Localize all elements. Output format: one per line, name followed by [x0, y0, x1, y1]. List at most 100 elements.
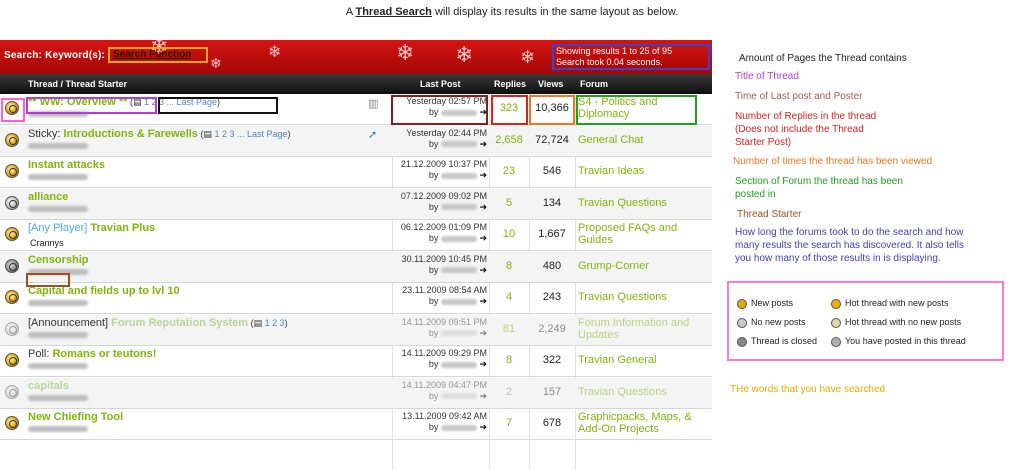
thread-title-link[interactable]: Romans or teutons!	[52, 348, 156, 360]
legend-replies-2: (Does not include the Thread	[735, 124, 864, 135]
reply-count[interactable]: 2,658	[490, 134, 528, 146]
thread-title-link[interactable]: Capital and fields up to lvl 10	[28, 285, 180, 297]
thread-title-link[interactable]: Forum Reputation System	[111, 317, 248, 329]
reply-count[interactable]: 8	[490, 260, 528, 272]
view-count: 134	[542, 196, 562, 209]
legend-lastpost: Time of Last post and Poster	[735, 91, 863, 102]
search-banner: ❄ ❄ ❄ ❄ ❄ ❄ Search: Keyword(s): Search F…	[0, 40, 712, 74]
last-post: Yesterday 02:44 PM by ➔	[395, 128, 487, 150]
thread-title: alliance	[28, 191, 68, 203]
last-post: 23.11.2009 08:54 AM by ➔	[395, 285, 487, 307]
last-poster-blurred	[440, 235, 477, 242]
forum-link[interactable]: Travian Questions	[578, 291, 708, 303]
last-poster-blurred	[440, 109, 477, 116]
reply-count[interactable]: 8	[490, 354, 528, 366]
reply-count[interactable]: 323	[490, 102, 528, 114]
go-to-last-post-icon[interactable]: ➔	[479, 233, 487, 243]
last-poster-blurred	[440, 267, 477, 274]
search-keyword-label: Search: Keyword(s):	[4, 50, 106, 61]
go-to-last-post-icon[interactable]: ➔	[479, 328, 487, 338]
go-to-last-post-icon[interactable]: ➔	[479, 202, 487, 212]
last-post: 14.11.2009 04:47 PM by ➔	[395, 380, 487, 402]
view-count: 72,724	[535, 133, 569, 146]
thread-prefix: Sticky:	[28, 127, 64, 140]
forum-link[interactable]: Travian General	[578, 354, 708, 366]
forum-link[interactable]: Graphicpacks, Maps, & Add-On Projects	[578, 411, 708, 435]
last-post: 30.11.2009 10:45 PM by ➔	[395, 254, 487, 276]
go-to-last-post-icon[interactable]: ➔	[479, 107, 487, 117]
go-to-last-post-icon[interactable]: ➔	[479, 359, 487, 369]
forum-link[interactable]: S4 - Politics and Diplomacy	[578, 96, 708, 120]
thread-page-links[interactable]: 1 2 3 ... Last Page	[144, 97, 217, 107]
reply-count[interactable]: 7	[490, 417, 528, 429]
legend-hot-new: Hot thread with new posts	[831, 298, 949, 309]
thread-title-link[interactable]: Travian Plus	[90, 222, 155, 234]
reply-count[interactable]: 23	[490, 165, 528, 177]
last-poster-blurred	[440, 298, 477, 305]
thread-title-link[interactable]: capitals	[28, 380, 69, 392]
header-last-post[interactable]: Last Post	[420, 79, 461, 89]
last-post-time: Yesterday 02:57 PM	[406, 96, 487, 106]
view-count: 2,249	[538, 322, 566, 335]
reply-count[interactable]: 10	[490, 228, 528, 240]
thread-title-link[interactable]: alliance	[28, 191, 68, 203]
search-terms-link[interactable]: Search Function	[108, 47, 208, 63]
table-row: Sticky: Introductions & Farewells (▤ 1 2…	[0, 125, 712, 157]
go-to-last-post-icon[interactable]: ➔	[479, 265, 487, 275]
thread-title-link[interactable]: Introductions & Farewells	[63, 128, 197, 140]
forum-link[interactable]: Proposed FAQs and Guides	[578, 222, 708, 246]
thread-title-link[interactable]: Censorship	[28, 254, 89, 266]
thread-title-link[interactable]: Instant attacks	[28, 159, 105, 171]
thread-prefix: [Any Player]	[28, 222, 91, 234]
forum-link[interactable]: Travian Ideas	[578, 165, 708, 177]
thread-status-icon	[5, 416, 19, 430]
last-post-time: 30.11.2009 10:45 PM	[401, 253, 487, 264]
thread-title-link[interactable]: ** WW: Overview **	[28, 96, 127, 108]
go-to-last-post-icon[interactable]: ➔	[479, 170, 487, 180]
snowflake-icon: ❄	[396, 40, 415, 65]
header-views[interactable]: Views	[538, 79, 563, 89]
forum-link[interactable]: General Chat	[578, 134, 708, 146]
last-post-time: 13.11.2009 09:42 AM	[402, 411, 487, 421]
caption: A Thread Search will display its results…	[345, 6, 679, 18]
thread-page-links[interactable]: 1 2 3	[265, 318, 285, 328]
legend-replies-1: Number of Replies in the thread	[735, 111, 877, 122]
legend-title: Title of Thread	[735, 71, 799, 82]
forum-link[interactable]: Travian Questions	[578, 386, 708, 398]
last-post-time: 14.11.2009 09:29 PM	[401, 348, 487, 358]
go-to-last-post-icon[interactable]: ➔	[479, 391, 487, 401]
legend-no-new: No new posts	[737, 317, 806, 328]
table-row: Capital and fields up to lvl 10 23.11.200…	[0, 283, 712, 314]
thread-starter-blurred	[28, 268, 88, 275]
thread-prefix: [Announcement]	[28, 316, 112, 329]
reply-count[interactable]: 2	[490, 386, 528, 398]
legend-pages: Amount of Pages the Thread contains	[739, 53, 907, 64]
last-post-time: 06.12.2009 01:09 PM	[400, 222, 487, 232]
view-count: 157	[542, 385, 562, 398]
forum-link[interactable]: Grump-Corner	[578, 260, 708, 272]
last-post-time: 07.12.2009 09:02 PM	[400, 190, 487, 201]
legend-new-posts: New posts	[737, 298, 793, 309]
header-forum[interactable]: Forum	[580, 79, 608, 89]
thread-starter[interactable]: Crannys	[30, 238, 64, 248]
forum-link[interactable]: Forum Information and Updates	[578, 317, 708, 341]
last-poster-blurred	[440, 361, 477, 368]
thread-page-links[interactable]: 1 2 3 ... Last Page	[214, 129, 287, 139]
header-thread[interactable]: Thread / Thread Starter	[28, 79, 127, 89]
thread-status-icon	[5, 227, 19, 241]
go-to-last-post-icon[interactable]: ➔	[479, 139, 487, 149]
reply-count[interactable]: 81	[490, 323, 528, 335]
go-to-last-post-icon[interactable]: ➔	[479, 422, 487, 432]
last-post-by: by	[428, 201, 439, 212]
go-to-last-post-icon[interactable]: ➔	[479, 296, 487, 306]
thread-starter-blurred	[28, 426, 88, 432]
forum-link[interactable]: Travian Questions	[578, 197, 708, 209]
last-post-by: by	[428, 170, 439, 180]
thread-title-link[interactable]: New Chiefing Tool	[28, 411, 123, 423]
reply-count[interactable]: 5	[490, 197, 528, 209]
header-replies[interactable]: Replies	[494, 79, 526, 89]
table-row: [Any Player] Travian Plus Crannys 06.12.20…	[0, 220, 712, 251]
thread-title: Capital and fields up to lvl 10	[28, 285, 180, 297]
last-post-time: Yesterday 02:44 PM	[406, 127, 487, 138]
reply-count[interactable]: 4	[490, 291, 528, 303]
